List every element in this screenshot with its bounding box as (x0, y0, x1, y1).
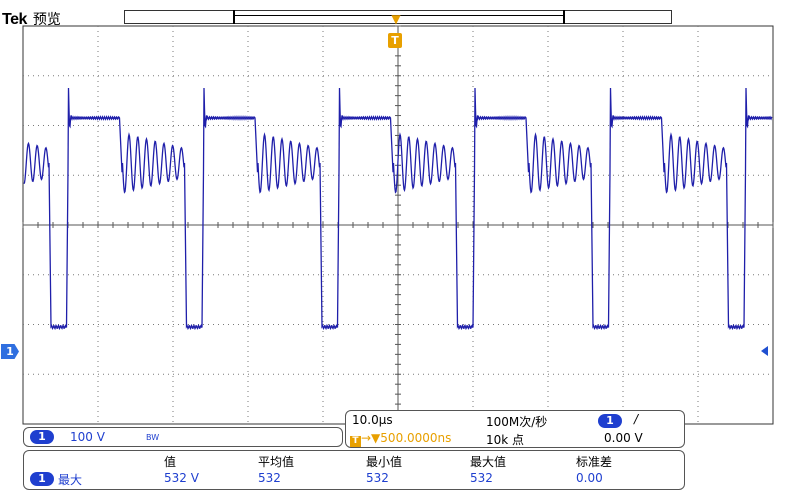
trigger-source-badge[interactable]: 1 (598, 414, 622, 428)
meas-source-badge[interactable]: 1 (30, 472, 54, 486)
trigger-slope-icon[interactable]: / (634, 412, 638, 426)
trigger-position-marker-icon[interactable]: ▼ (389, 12, 403, 26)
graticule (22, 25, 774, 425)
time-per-div[interactable]: 10.0μs (352, 413, 393, 427)
meas-header-stddev: 标准差 (576, 455, 613, 469)
ch1-badge[interactable]: 1 (30, 430, 54, 444)
timebase-panel[interactable]: 10.0μs 100M次/秒 1 / T →▼500.0000ns 10k 点 0… (345, 410, 685, 448)
meas-header-value: 值 (164, 455, 177, 469)
trigger-level-marker-icon[interactable] (761, 346, 768, 356)
meas-min: 532 (366, 471, 389, 485)
acquisition-mode: 预览 (32, 11, 61, 27)
meas-header-max: 最大值 (470, 455, 507, 469)
meas-max: 532 (470, 471, 493, 485)
meas-header-mean: 平均值 (258, 455, 295, 469)
trigger-badge-icon[interactable]: T (388, 33, 402, 48)
bandwidth-limit-icon: BW (146, 433, 160, 442)
ch1-volts-per-div[interactable]: 100 V (70, 430, 105, 444)
record-length[interactable]: 10k 点 (486, 431, 524, 448)
trigger-position-value: 500.0000ns (380, 431, 452, 445)
trigger-icon: T (350, 436, 361, 447)
trigger-level[interactable]: 0.00 V (604, 431, 643, 445)
measurement-panel[interactable]: 值 平均值 最小值 最大值 标准差 1 最大 532 V 532 532 532… (23, 450, 685, 490)
trigger-position-readout[interactable]: T →▼500.0000ns (350, 431, 451, 447)
meas-stddev: 0.00 (576, 471, 603, 485)
meas-value: 532 V (164, 471, 199, 485)
oscilloscope-display: Tek 预览 ▼ T 1 1 100 V BW 10.0μs 100M次/秒 1… (0, 0, 807, 493)
sample-rate: 100M次/秒 (486, 415, 548, 429)
meas-header-min: 最小值 (366, 455, 403, 469)
header: Tek 预览 (2, 9, 61, 29)
brand-logo: Tek (2, 11, 27, 28)
meas-name[interactable]: 最大 (58, 471, 82, 488)
meas-mean: 532 (258, 471, 281, 485)
channel-panel[interactable]: 1 100 V BW (23, 427, 343, 447)
trigger-arrow-icon: →▼ (361, 431, 381, 445)
